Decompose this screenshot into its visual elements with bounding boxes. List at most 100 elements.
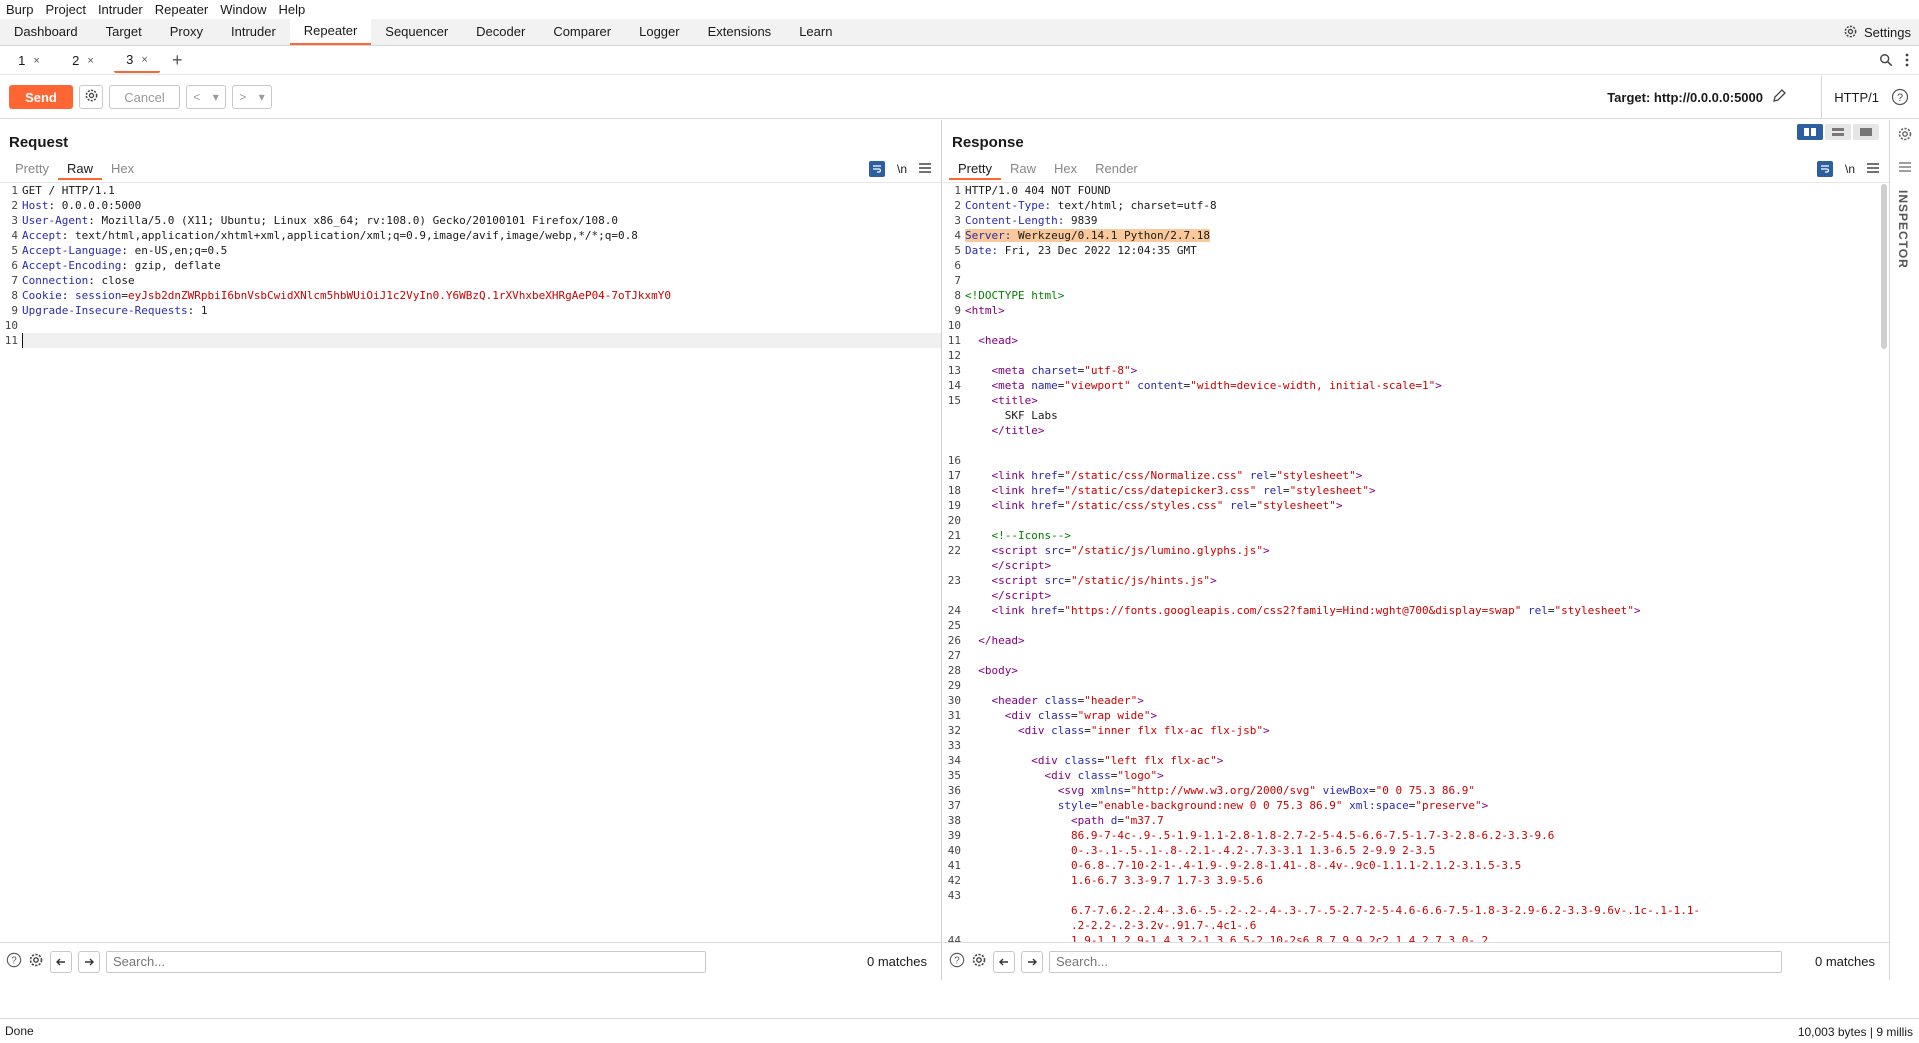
response-line: 41 0-6.8-.7-10-2-1-.4-1.9-.9-2.8-1.41-.8… xyxy=(943,858,1889,873)
send-button[interactable]: Send xyxy=(9,85,73,109)
menu-help[interactable]: Help xyxy=(278,2,305,17)
repeater-tab-3[interactable]: 3 × xyxy=(114,49,160,73)
menu-icon[interactable] xyxy=(1867,162,1879,176)
request-tab-raw[interactable]: Raw xyxy=(57,158,102,180)
previous-match-button[interactable] xyxy=(50,950,72,973)
response-view-tabs: Pretty Raw Hex Render xyxy=(949,158,1147,180)
repeater-tab-label: 2 xyxy=(72,53,80,68)
line-number: 1 xyxy=(954,184,961,197)
target-label: Target: http://0.0.0.0:5000 xyxy=(1607,90,1763,105)
tab-comparer[interactable]: Comparer xyxy=(539,18,625,45)
response-scrollbar[interactable] xyxy=(1881,184,1887,349)
tab-logger[interactable]: Logger xyxy=(625,18,693,45)
close-icon[interactable]: × xyxy=(33,55,39,67)
arrow-right-icon xyxy=(1028,958,1037,965)
response-line: 1 HTTP/1.0 404 NOT FOUND xyxy=(943,183,1889,198)
response-line-text: <link href="/static/css/styles.css" rel=… xyxy=(991,499,1343,512)
response-tab-raw[interactable]: Raw xyxy=(1001,158,1045,180)
line-number: 8 xyxy=(954,289,961,302)
send-settings-button[interactable] xyxy=(79,85,103,109)
gear-icon[interactable] xyxy=(28,952,44,971)
tab-decoder[interactable]: Decoder xyxy=(462,18,539,45)
request-line: 3 User-Agent: Mozilla/5.0 (X11; Ubuntu; L… xyxy=(0,213,941,228)
request-tab-hex[interactable]: Hex xyxy=(102,158,143,180)
menu-project[interactable]: Project xyxy=(45,2,85,17)
close-icon[interactable]: × xyxy=(87,55,93,67)
menu-repeater[interactable]: Repeater xyxy=(155,2,208,17)
tab-learn[interactable]: Learn xyxy=(785,18,846,45)
chevron-left-icon: < xyxy=(193,90,201,104)
response-line: 34 <div class="left flx flx-ac"> xyxy=(943,753,1889,768)
request-tab-pretty[interactable]: Pretty xyxy=(6,158,58,180)
forward-button[interactable]: > ▾ xyxy=(232,85,272,109)
search-icon[interactable] xyxy=(1879,53,1893,70)
response-tab-pretty[interactable]: Pretty xyxy=(949,158,1001,180)
inspector-sidebar[interactable]: INSPECTOR xyxy=(1889,120,1919,980)
tab-intruder[interactable]: Intruder xyxy=(217,18,290,45)
gear-icon xyxy=(84,88,99,106)
repeater-tab-1[interactable]: 1 × xyxy=(6,49,52,73)
response-line-text: SKF Labs xyxy=(965,409,1058,422)
response-line: 36 <svg xmlns="http://www.w3.org/2000/sv… xyxy=(943,783,1889,798)
cancel-button[interactable]: Cancel xyxy=(109,85,180,109)
line-number: 5 xyxy=(954,244,961,257)
layout-stacked-button[interactable] xyxy=(1825,124,1851,140)
request-editor[interactable]: 1 GET / HTTP/1.1 2 Host: 0.0.0.0:5000 3 User-… xyxy=(0,182,941,980)
layout-tabs-button[interactable] xyxy=(1853,124,1879,140)
line-number: 10 xyxy=(4,319,18,332)
wrap-lines-icon[interactable] xyxy=(868,161,885,177)
menu-icon[interactable] xyxy=(919,162,931,176)
menu-window[interactable]: Window xyxy=(220,2,266,17)
response-line: .2-2.2-.2-3.2v-.91.7-.4c1-.6 xyxy=(943,918,1889,933)
help-icon[interactable]: ? xyxy=(949,952,965,971)
response-size: 10,003 bytes | 9 millis xyxy=(1797,1024,1913,1039)
response-line-text: Content-Type: text/html; charset=utf-8 xyxy=(965,199,1217,212)
tab-extensions[interactable]: Extensions xyxy=(694,18,786,45)
next-match-button[interactable] xyxy=(78,950,100,973)
layout-side-by-side-button[interactable] xyxy=(1797,124,1823,140)
line-number: 11 xyxy=(4,334,18,347)
list-icon[interactable] xyxy=(1899,160,1911,175)
settings-button[interactable]: Settings xyxy=(1843,19,1911,46)
wrap-lines-icon[interactable] xyxy=(1816,161,1833,177)
response-tab-hex[interactable]: Hex xyxy=(1045,158,1086,180)
http-version-selector[interactable]: HTTP/1 xyxy=(1821,76,1879,119)
show-newlines-toggle[interactable]: \n xyxy=(1845,162,1855,176)
help-icon[interactable]: ? xyxy=(1891,88,1909,109)
tab-repeater[interactable]: Repeater xyxy=(289,18,372,45)
menu-intruder[interactable]: Intruder xyxy=(98,2,143,17)
next-match-button[interactable] xyxy=(1021,950,1043,973)
response-title: Response xyxy=(952,134,1024,151)
response-tab-render[interactable]: Render xyxy=(1086,158,1147,180)
close-icon[interactable]: × xyxy=(141,54,147,66)
settings-label: Settings xyxy=(1864,25,1911,40)
response-line: 19 <link href="/static/css/styles.css" r… xyxy=(943,498,1889,513)
more-options-icon[interactable] xyxy=(1905,53,1909,70)
add-tab-button[interactable]: + xyxy=(172,50,183,71)
repeater-tab-2[interactable]: 2 × xyxy=(60,49,106,73)
gear-icon[interactable] xyxy=(971,952,987,971)
svg-text:?: ? xyxy=(11,956,17,967)
line-number: 10 xyxy=(947,319,961,332)
previous-match-button[interactable] xyxy=(993,950,1015,973)
menu-burp[interactable]: Burp xyxy=(6,2,33,17)
response-line-text: <div class="wrap wide"> xyxy=(1004,709,1158,722)
show-newlines-toggle[interactable]: \n xyxy=(897,162,907,176)
request-search-input[interactable] xyxy=(106,950,706,973)
tab-dashboard[interactable]: Dashboard xyxy=(0,18,92,45)
tab-sequencer[interactable]: Sequencer xyxy=(371,18,462,45)
help-icon[interactable]: ? xyxy=(6,952,22,971)
response-line-text: <svg xmlns="http://www.w3.org/2000/svg" … xyxy=(1057,784,1475,797)
line-number: 8 xyxy=(11,289,18,302)
tab-proxy[interactable]: Proxy xyxy=(156,18,217,45)
line-number: 6 xyxy=(954,259,961,272)
back-button[interactable]: < ▾ xyxy=(186,85,226,109)
line-number xyxy=(943,918,965,933)
line-number: 22 xyxy=(947,544,961,557)
response-editor[interactable]: 1 HTTP/1.0 404 NOT FOUND 2 Content-Type: te… xyxy=(943,182,1889,980)
tab-target[interactable]: Target xyxy=(92,18,156,45)
edit-target-icon[interactable] xyxy=(1771,88,1787,107)
gear-icon[interactable] xyxy=(1897,126,1913,145)
request-line: 1 GET / HTTP/1.1 xyxy=(0,183,941,198)
response-search-input[interactable] xyxy=(1049,950,1782,973)
